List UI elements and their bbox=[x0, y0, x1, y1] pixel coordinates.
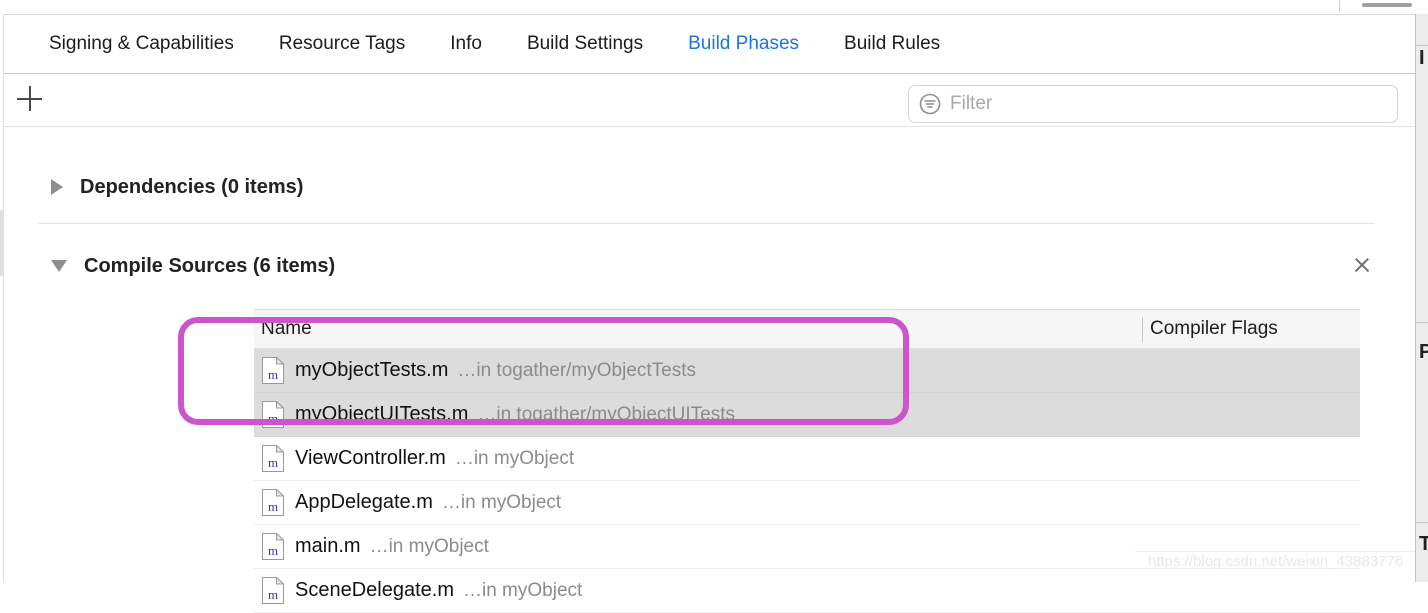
project-editor-tab-bar: Signing & Capabilities Resource Tags Inf… bbox=[0, 15, 1415, 74]
window-chrome-sliver bbox=[0, 0, 1428, 14]
svg-text:m: m bbox=[268, 499, 278, 514]
file-name: myObjectUITests.m bbox=[295, 403, 469, 425]
objc-m-file-icon: m bbox=[262, 356, 285, 384]
file-name: AppDelegate.m bbox=[295, 491, 433, 513]
column-header-compiler-flags[interactable]: Compiler Flags bbox=[1150, 318, 1278, 340]
inspector-divider bbox=[1416, 322, 1428, 323]
table-header-row: Name Compiler Flags bbox=[254, 309, 1360, 349]
table-row[interactable]: m myObjectTests.m …in togather/myObjectT… bbox=[254, 349, 1360, 393]
pane-resize-grip[interactable] bbox=[0, 210, 4, 276]
file-location: …in myObject bbox=[462, 579, 583, 601]
inspector-section-fragment-1: I bbox=[1419, 47, 1425, 69]
table-row[interactable]: m SceneDelegate.m …in myObject bbox=[254, 569, 1360, 613]
phase-header-dependencies[interactable]: Dependencies (0 items) bbox=[0, 170, 1415, 204]
add-build-phase-button[interactable] bbox=[17, 86, 43, 112]
file-location: …in myObject bbox=[441, 491, 562, 513]
column-header-name[interactable]: Name bbox=[261, 318, 312, 340]
tab-info[interactable]: Info bbox=[450, 33, 482, 55]
filter-icon bbox=[919, 93, 941, 115]
close-icon[interactable] bbox=[1352, 255, 1372, 275]
tab-resource-tags[interactable]: Resource Tags bbox=[279, 33, 405, 55]
file-name: myObjectTests.m bbox=[295, 359, 449, 381]
objc-m-file-icon: m bbox=[262, 488, 285, 516]
column-divider[interactable] bbox=[1142, 317, 1143, 342]
inspector-section-fragment-3: T bbox=[1419, 533, 1428, 556]
chrome-segment bbox=[1362, 3, 1412, 7]
tab-build-settings[interactable]: Build Settings bbox=[527, 33, 643, 55]
navigator-pane-edge bbox=[0, 14, 4, 582]
file-location: …in togather/myObjectTests bbox=[457, 359, 697, 381]
svg-text:m: m bbox=[268, 543, 278, 558]
inspector-pane-sliver: I P T bbox=[1415, 14, 1428, 582]
watermark-text: https://blog.csdn.net/weixin_43883776 bbox=[1148, 553, 1404, 570]
filter-input-wrapper[interactable]: Filter bbox=[908, 85, 1398, 123]
svg-text:m: m bbox=[268, 587, 278, 602]
inspector-section-fragment-2: P bbox=[1419, 341, 1428, 364]
table-row[interactable]: m myObjectUITests.m …in togather/myObjec… bbox=[254, 393, 1360, 437]
svg-text:m: m bbox=[268, 367, 278, 382]
file-location: …in togather/myObjectUITests bbox=[477, 403, 736, 425]
objc-m-file-icon: m bbox=[262, 576, 285, 604]
file-name: ViewController.m bbox=[295, 447, 446, 469]
svg-text:m: m bbox=[268, 455, 278, 470]
watermark-rule bbox=[1135, 551, 1415, 552]
triangle-down-icon[interactable] bbox=[51, 260, 67, 272]
phase-divider bbox=[38, 223, 1374, 224]
table-row[interactable]: m ViewController.m …in myObject bbox=[254, 437, 1360, 481]
tab-build-phases[interactable]: Build Phases bbox=[688, 33, 799, 55]
objc-m-file-icon: m bbox=[262, 400, 285, 428]
chrome-tick bbox=[1339, 0, 1340, 12]
inspector-divider bbox=[1416, 45, 1428, 46]
tab-build-rules[interactable]: Build Rules bbox=[844, 33, 940, 55]
objc-m-file-icon: m bbox=[262, 444, 285, 472]
phase-title-compile-sources: Compile Sources (6 items) bbox=[84, 254, 336, 277]
file-location: …in myObject bbox=[369, 535, 489, 557]
phase-header-compile-sources[interactable]: Compile Sources (6 items) bbox=[0, 251, 1415, 281]
objc-m-file-icon: m bbox=[262, 532, 285, 560]
table-row[interactable]: m AppDelegate.m …in myObject bbox=[254, 481, 1360, 525]
file-name: main.m bbox=[295, 535, 361, 557]
filter-placeholder: Filter bbox=[950, 93, 993, 114]
file-location: …in myObject bbox=[454, 447, 575, 469]
inspector-divider bbox=[1416, 522, 1428, 523]
svg-text:m: m bbox=[268, 411, 278, 426]
file-name: SceneDelegate.m bbox=[295, 579, 454, 601]
triangle-right-icon[interactable] bbox=[51, 179, 63, 195]
phase-title-dependencies: Dependencies (0 items) bbox=[80, 175, 304, 198]
tab-signing-capabilities[interactable]: Signing & Capabilities bbox=[49, 33, 234, 55]
